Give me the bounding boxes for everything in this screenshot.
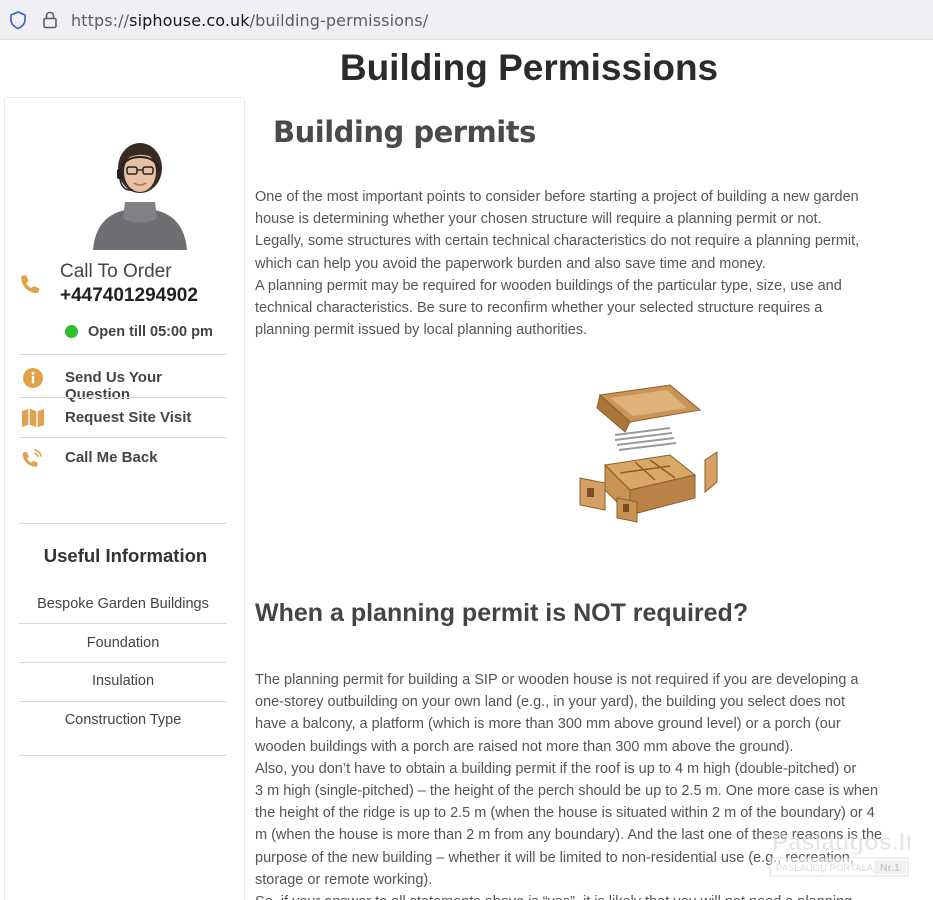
lock-icon[interactable]	[41, 10, 59, 30]
text-line: house is determining whether your chosen…	[255, 211, 822, 228]
text-line: Legally, some structures with certain te…	[255, 233, 860, 250]
svg-text:PASLAUGŲ PORTALAS: PASLAUGŲ PORTALAS	[776, 863, 879, 874]
link-label: Construction Type	[64, 712, 182, 728]
text-line: One of the most important points to cons…	[255, 189, 859, 205]
link-label: Insulation	[91, 673, 155, 689]
url-field[interactable]: https://siphouse.co.uk/building-permissi…	[71, 11, 428, 30]
building-permits-heading: Building permits	[273, 115, 536, 149]
text-line: 3 m high (single-pitched) – the height o…	[255, 783, 879, 800]
url-prefix: https://	[71, 11, 130, 30]
send-question-button[interactable]: Send Us Your Question	[19, 358, 227, 403]
permit-not-required-heading: When a planning permit is NOT required?	[255, 599, 749, 627]
link-insulation[interactable]: Insulation	[19, 664, 227, 702]
support-agent-avatar	[93, 143, 187, 250]
exploded-house-illustration	[579, 384, 718, 523]
divider	[19, 354, 227, 355]
shield-icon[interactable]	[9, 10, 27, 30]
text-line: have a balcony, a platform (which is mor…	[255, 716, 841, 733]
divider	[19, 755, 227, 756]
text-line: So, if your answer to all statements abo…	[255, 891, 895, 900]
link-bespoke-garden-buildings[interactable]: Bespoke Garden Buildings	[19, 587, 227, 625]
svg-text:Paslaugos.lt: Paslaugos.lt	[772, 829, 910, 856]
browser-address-bar: https://siphouse.co.uk/building-permissi…	[0, 0, 933, 40]
link-foundation[interactable]: Foundation	[19, 626, 227, 664]
sidebar: Call To Order +447401294902 Open till 05…	[4, 97, 245, 900]
text-line: which can help you avoid the paperwork b…	[255, 255, 766, 272]
call-me-back-label: Call Me Back	[65, 449, 158, 466]
url-domain: siphouse.co.uk	[129, 11, 250, 30]
link-label: Bespoke Garden Buildings	[37, 596, 209, 612]
text-line: one-storey outbuilding on your own land …	[255, 694, 846, 711]
request-site-visit-label: Request Site Visit	[65, 409, 192, 426]
link-construction-type[interactable]: Construction Type	[19, 703, 227, 741]
text-line: wooden buildings with a porch are raised…	[255, 738, 794, 755]
open-status-dot	[65, 325, 78, 338]
text-line: planning permit issued by local planning…	[255, 322, 588, 339]
info-icon	[23, 368, 43, 388]
page-title: Building Permissions	[339, 47, 719, 88]
text-line: technical characteristics. Be sure to re…	[255, 300, 823, 317]
divider	[19, 662, 227, 663]
link-label: Foundation	[86, 635, 160, 651]
call-me-back-button[interactable]: Call Me Back	[19, 438, 227, 478]
text-line: Also, you don’t have to obtain a buildin…	[255, 760, 857, 777]
intro-paragraph: One of the most important points to cons…	[255, 186, 895, 341]
divider	[19, 701, 227, 702]
phone-icon[interactable]	[19, 273, 41, 295]
open-status-text: Open till 05:00 pm	[88, 324, 213, 340]
phone-number[interactable]: +447401294902	[60, 285, 198, 307]
text-line: The planning permit for building a SIP o…	[255, 672, 859, 688]
map-icon	[22, 408, 44, 428]
divider	[19, 623, 227, 624]
request-site-visit-button[interactable]: Request Site Visit	[19, 398, 227, 438]
useful-information-heading: Useful Information	[43, 545, 208, 566]
svg-text:Nr.1: Nr.1	[880, 862, 900, 874]
url-path: /building-permissions/	[249, 11, 429, 30]
call-to-order-label: Call To Order	[60, 261, 172, 282]
divider	[19, 523, 227, 524]
paslaugos-watermark-logo: Paslaugos.lt PASLAUGŲ PORTALAS Nr.1	[769, 829, 910, 877]
text-line: A planning permit may be required for wo…	[255, 277, 842, 294]
phone-ringing-icon	[22, 449, 42, 467]
